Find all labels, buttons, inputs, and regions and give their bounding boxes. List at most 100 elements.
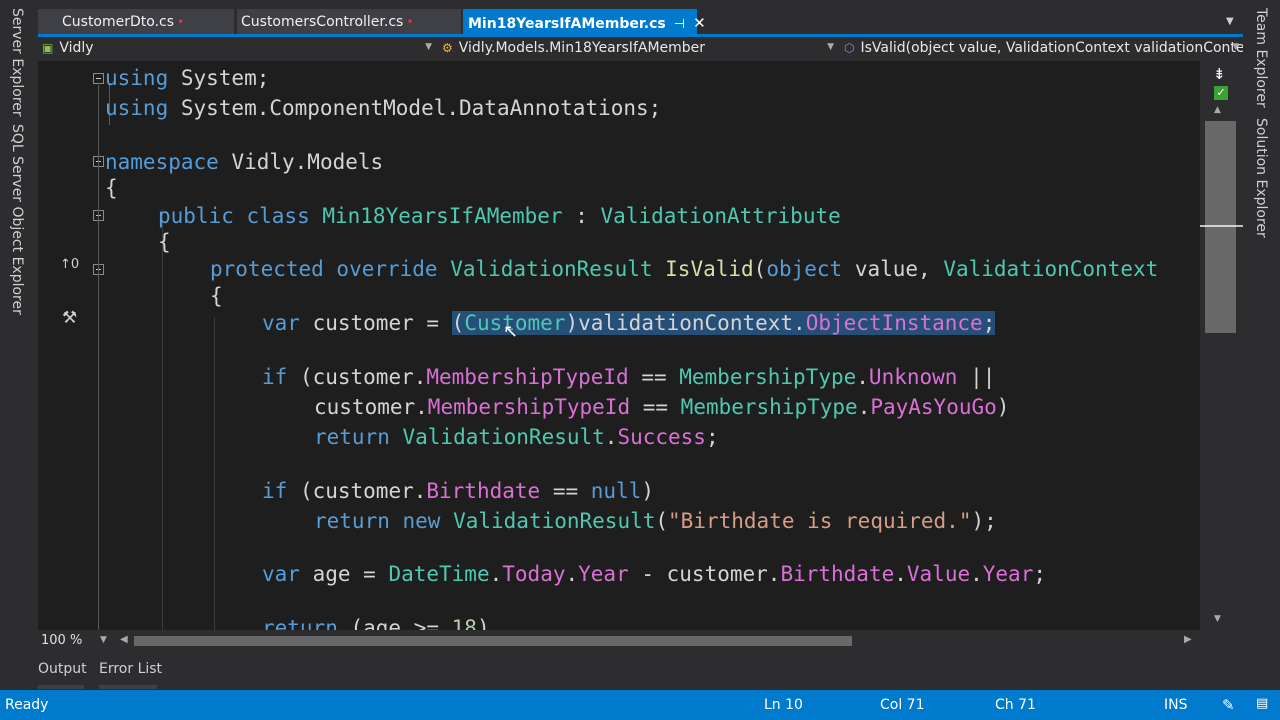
- code-text-segment: customer.: [314, 395, 428, 419]
- column-number: Col 71: [880, 697, 925, 713]
- type-name: MembershipType: [679, 365, 857, 389]
- member-dropdown[interactable]: ⬡ IsValid(object value, ValidationContext…: [844, 37, 1243, 61]
- tab-overflow-dropdown-icon[interactable]: ▼: [1226, 16, 1234, 27]
- code-text-segment: .: [565, 562, 579, 586]
- project-dropdown[interactable]: ▣ Vidly ▼: [42, 37, 436, 61]
- close-icon[interactable]: ✕: [693, 14, 706, 32]
- code-line-4: {: [105, 176, 118, 200]
- type-name: Vidly.Models.Min18YearsIfAMember: [458, 40, 706, 56]
- vertical-scrollbar[interactable]: ⇟ ✓ ▲ ▼: [1200, 61, 1243, 630]
- code-text-segment: (: [451, 311, 465, 335]
- line-number: Ln 10: [764, 697, 803, 713]
- type-name: MembershipType: [680, 395, 858, 419]
- string-literal: "Birthdate is required.": [668, 509, 972, 533]
- code-text-segment: (customer.: [287, 479, 427, 503]
- code-text-segment: )validationContext.: [565, 311, 806, 335]
- mouse-pointer-icon: ↖: [503, 321, 519, 342]
- code-text-segment: .: [604, 425, 618, 449]
- code-line-7: protected override ValidationResult IsVa…: [210, 254, 1158, 284]
- code-line-10: if (customer.MembershipTypeId == Members…: [262, 362, 995, 392]
- keyword: using: [105, 96, 169, 120]
- code-text-segment: .: [970, 562, 983, 586]
- code-line-16: return (age >= 18): [262, 613, 490, 630]
- code-text-segment: (: [655, 509, 669, 533]
- member-name: MembershipTypeId: [426, 365, 629, 389]
- keyword: var: [262, 562, 300, 586]
- code-text-segment: ;: [705, 425, 719, 449]
- member-name: Birthdate: [426, 479, 541, 503]
- selection[interactable]: (Customer)validationContext.ObjectInstan…: [451, 311, 996, 335]
- type-name: DateTime: [388, 562, 490, 586]
- chevron-down-icon: ▼: [827, 42, 834, 52]
- scroll-down-icon[interactable]: ▼: [1214, 614, 1221, 624]
- solution-explorer-tab[interactable]: Solution Explorer: [1253, 118, 1269, 238]
- tab-customerscontroller[interactable]: CustomersController.cs •: [237, 9, 461, 36]
- code-text-segment: );: [971, 509, 997, 533]
- left-tool-panel: Server Explorer SQL Server Object Explor…: [0, 0, 38, 690]
- tab-output[interactable]: Output: [38, 661, 87, 677]
- code-line-14: return new ValidationResult("Birthdate i…: [314, 506, 997, 536]
- keyword: public class: [158, 204, 310, 228]
- tab-label: CustomerDto.cs: [62, 14, 175, 30]
- class-name: Min18YearsIfAMember: [309, 204, 563, 228]
- split-editor-icon[interactable]: ⇟: [1213, 65, 1226, 83]
- keyword: namespace: [105, 150, 219, 174]
- caret-position-marker: [1200, 225, 1243, 227]
- code-editor[interactable]: ↑0 ⚒ using System; using System.Componen…: [38, 61, 1200, 630]
- code-text-segment: (age >=: [337, 616, 452, 630]
- code-text-segment: ==: [630, 395, 681, 419]
- tab-label: Min18YearsIfAMember.cs: [468, 16, 666, 32]
- code-line-6: {: [158, 230, 171, 254]
- notifications-icon[interactable]: ▤: [1256, 696, 1268, 711]
- code-text-segment: (customer.: [287, 365, 427, 389]
- scrollbar-thumb[interactable]: [1205, 121, 1236, 333]
- tab-error-list[interactable]: Error List: [99, 661, 162, 677]
- keyword: null: [590, 479, 642, 503]
- tab-underline: [99, 685, 157, 689]
- code-text-segment: System;: [168, 66, 270, 90]
- code-text-segment: :: [562, 204, 601, 228]
- feedback-icon[interactable]: ✎: [1222, 696, 1235, 714]
- scroll-right-icon[interactable]: ▶: [1184, 634, 1192, 645]
- modified-indicator: •: [177, 15, 185, 29]
- document-tab-strip: CustomerDto.cs • CustomersController.cs • …: [38, 0, 1243, 36]
- chevron-down-icon: ▼: [425, 42, 432, 52]
- code-line-12: return ValidationResult.Success;: [314, 422, 719, 452]
- code-text-segment: .: [489, 562, 503, 586]
- tab-min18yearsifamember[interactable]: Min18YearsIfAMember.cs ⊣ ✕: [463, 9, 706, 36]
- member-name: IsValid(object value, ValidationContext …: [860, 40, 1243, 56]
- code-text-segment: age =: [299, 562, 389, 586]
- chevron-down-icon: ▼: [1232, 42, 1239, 52]
- type-dropdown[interactable]: ⚙ Vidly.Models.Min18YearsIfAMember ▼: [442, 37, 838, 61]
- tab-customerdto[interactable]: CustomerDto.cs •: [38, 9, 234, 36]
- tab-underline: [38, 685, 84, 689]
- code-text-segment: .: [856, 365, 869, 389]
- member-name: Today: [502, 562, 566, 586]
- keyword: protected override: [210, 257, 438, 281]
- keyword: if: [262, 479, 288, 503]
- code-text-segment: ): [476, 616, 490, 630]
- team-explorer-tab[interactable]: Team Explorer: [1253, 8, 1269, 108]
- keyword: return: [262, 616, 338, 630]
- code-text-segment: ;: [1033, 562, 1046, 586]
- code-text-segment: ): [641, 479, 654, 503]
- char-number: Ch 71: [995, 697, 1036, 713]
- member-name: Unknown: [868, 365, 958, 389]
- pin-icon[interactable]: ⊣: [674, 17, 685, 32]
- code-text-segment: ;: [982, 311, 996, 335]
- scroll-left-icon[interactable]: ◀: [120, 634, 128, 645]
- horizontal-scrollbar-thumb[interactable]: [134, 636, 852, 646]
- scroll-up-icon[interactable]: ▲: [1214, 105, 1221, 115]
- member-name: PayAsYouGo: [870, 395, 997, 419]
- keyword: return new: [314, 509, 441, 533]
- horizontal-scroll-bar: 100 % ▼ ◀ ▶: [38, 630, 1243, 652]
- sql-server-object-explorer-tab[interactable]: SQL Server Object Explorer: [9, 124, 25, 315]
- member-name: MembershipTypeId: [427, 395, 631, 419]
- type-name: ValidationResult: [440, 509, 656, 533]
- no-issues-check-icon[interactable]: ✓: [1214, 86, 1228, 100]
- code-text-segment: customer =: [299, 311, 452, 335]
- zoom-dropdown[interactable]: 100 % ▼: [38, 633, 118, 651]
- server-explorer-tab[interactable]: Server Explorer: [9, 8, 25, 117]
- base-type: ValidationAttribute: [600, 204, 841, 228]
- code-text[interactable]: using System; using System.ComponentMode…: [38, 61, 1200, 630]
